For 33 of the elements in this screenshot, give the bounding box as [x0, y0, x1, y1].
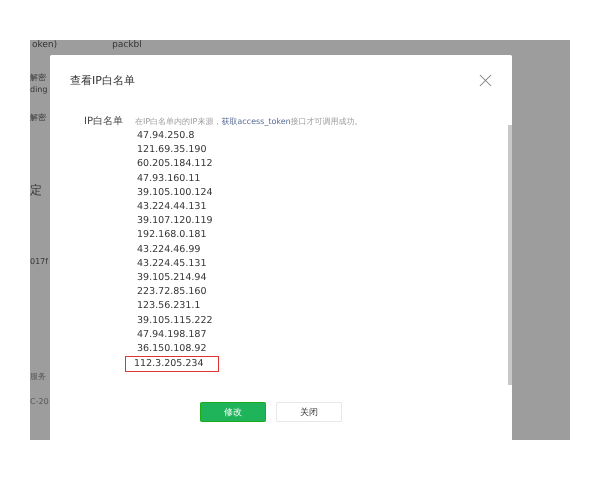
background-text: 解密: [30, 113, 47, 123]
ip-address: 121.69.35.190: [136, 143, 208, 158]
hint-text: 在IP白名单内的IP来源，获取access_token接口才可调用成功。: [135, 116, 363, 128]
access-token-link[interactable]: 获取access_token: [221, 117, 291, 126]
ip-address: 43.224.45.131: [136, 256, 208, 271]
highlighted-ip-address: 112.3.205.234: [125, 356, 219, 372]
ip-address: 43.224.46.99: [136, 242, 202, 257]
scrollbar[interactable]: [508, 125, 512, 385]
ip-address: 43.224.44.131: [136, 200, 208, 214]
background-text: C-20: [30, 397, 50, 407]
background-text: 017f: [30, 257, 50, 267]
background-text: 定: [30, 183, 43, 197]
ip-address: 39.107.120.119: [136, 214, 214, 228]
background-text: 服务: [30, 372, 47, 382]
ip-address: 223.72.85.160: [136, 285, 208, 300]
field-label: IP白名单: [83, 115, 124, 129]
close-button[interactable]: 关闭: [276, 402, 342, 422]
background-text: packbl: [112, 40, 142, 50]
ip-address: 39.105.214.94: [136, 271, 208, 286]
close-icon[interactable]: [479, 74, 492, 86]
dialog-title: 查看IP白名单: [70, 72, 135, 88]
ip-address: 36.150.108.92: [136, 342, 208, 356]
ip-address: 47.94.250.8: [136, 129, 196, 143]
ip-address: 123.56.231.1: [136, 299, 202, 314]
ip-address: 47.93.160.11: [136, 172, 202, 186]
background-text: 解密: [30, 73, 47, 83]
ip-address: 47.94.198.187: [136, 328, 208, 342]
background-text: oken): [32, 40, 58, 50]
ip-address: 192.168.0.181: [136, 228, 208, 242]
ip-address: 39.105.100.124: [136, 186, 214, 200]
ip-address: 60.205.184.112: [136, 157, 214, 172]
background-text: ding: [30, 85, 48, 95]
ip-address: 39.105.115.222: [136, 314, 214, 328]
